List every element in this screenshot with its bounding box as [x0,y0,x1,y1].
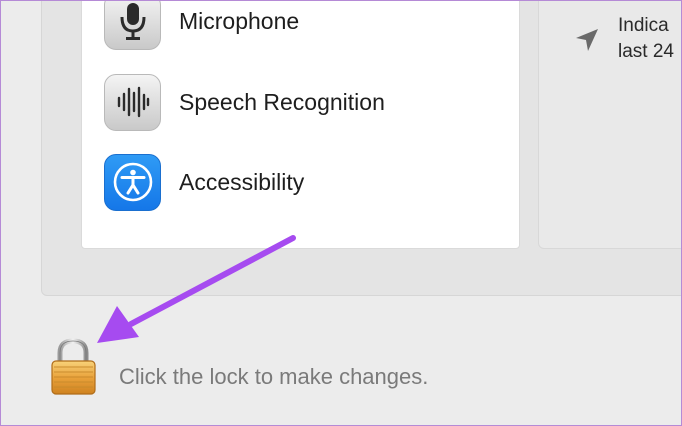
speech-recognition-label: Speech Recognition [179,88,385,115]
window-frame: Microphone Speech Recognition Accessibil… [0,0,682,426]
list-item-speech-recognition[interactable]: Speech Recognition [104,73,385,131]
waveform-icon [104,73,161,131]
list-item-microphone[interactable]: Microphone [104,1,300,50]
info-line-2: last 24 [618,41,674,62]
lock-icon[interactable] [49,338,99,401]
accessibility-label: Accessibility [179,168,305,195]
microphone-label: Microphone [179,7,300,34]
info-line-1: Indica [618,15,669,36]
microphone-icon [104,1,161,50]
lock-instruction-text: Click the lock to make changes. [119,364,429,389]
accessibility-icon [104,153,161,211]
location-arrow-icon [574,27,600,58]
list-item-accessibility[interactable]: Accessibility [104,153,304,211]
location-info-text: Indica last 24 [618,13,674,65]
